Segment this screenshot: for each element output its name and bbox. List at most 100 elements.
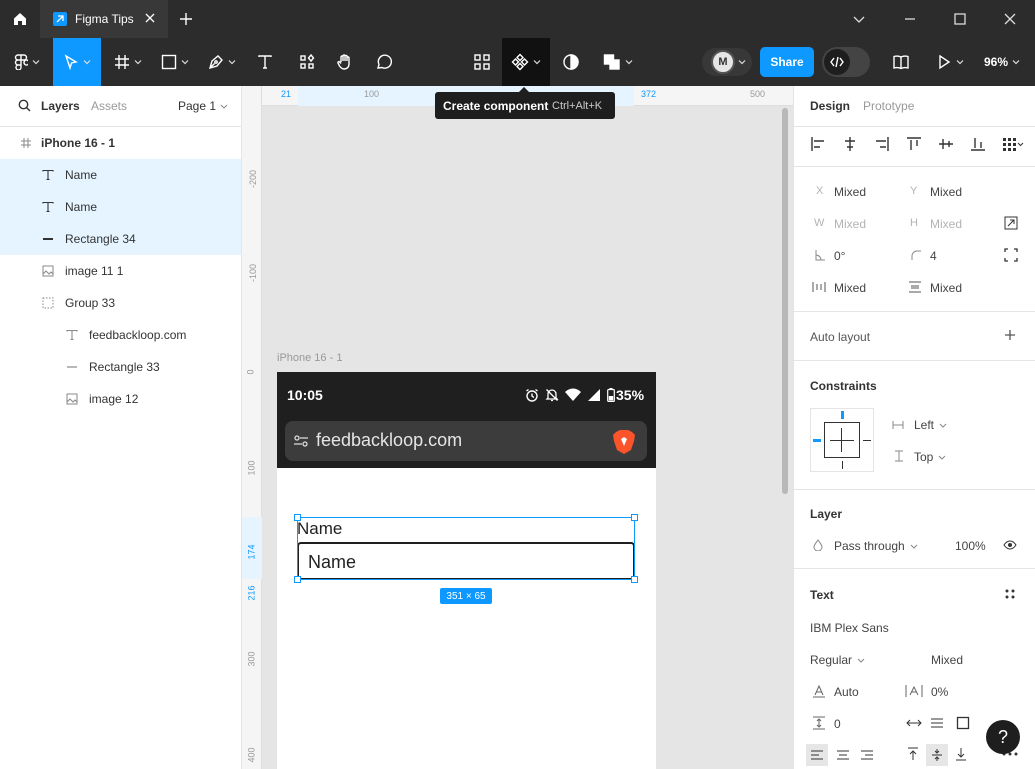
horizontal-spacing-icon [812, 282, 826, 292]
opacity-input[interactable]: 100% [955, 539, 986, 553]
corner-radius-input[interactable]: 4 [930, 249, 937, 263]
align-top-icon[interactable] [906, 136, 922, 152]
resources-button[interactable] [292, 38, 322, 86]
site-settings-icon [294, 435, 308, 447]
align-text-middle-button[interactable] [926, 744, 948, 766]
align-right-icon[interactable] [874, 136, 890, 152]
letter-spacing-input[interactable]: 0% [931, 685, 948, 699]
independent-corners-icon[interactable] [1004, 248, 1018, 262]
align-vertical-center-icon[interactable] [938, 136, 954, 152]
frame-label[interactable]: iPhone 16 - 1 [277, 352, 342, 364]
constraints-widget[interactable] [810, 408, 874, 472]
align-left-icon[interactable] [810, 136, 826, 152]
multiplayer-avatar[interactable]: M [702, 48, 752, 76]
align-bottom-icon[interactable] [970, 136, 986, 152]
pen-tool-button[interactable] [202, 38, 242, 86]
search-layers-button[interactable] [18, 99, 31, 112]
resize-handle[interactable] [294, 576, 301, 583]
page-selector[interactable]: Page 1 [178, 99, 229, 113]
shape-tool-button[interactable] [155, 38, 195, 86]
resize-handle[interactable] [631, 576, 638, 583]
boolean-groups-button[interactable] [598, 38, 638, 86]
share-button[interactable]: Share [760, 47, 814, 77]
layer-item[interactable]: Rectangle 34 [0, 223, 241, 255]
tab-figma-tips[interactable]: Figma Tips [40, 0, 168, 38]
line-height-input[interactable]: Auto [834, 685, 859, 699]
spacing-input-a[interactable]: Mixed [834, 281, 866, 295]
h-label: H [910, 217, 918, 229]
text-align-right-icon[interactable] [860, 749, 874, 761]
y-input[interactable]: Mixed [930, 185, 962, 199]
tab-assets[interactable]: Assets [91, 99, 127, 113]
horizontal-constraint-select[interactable]: Left [914, 418, 948, 432]
move-tool-button[interactable] [53, 38, 101, 86]
close-window-button[interactable] [1003, 12, 1017, 26]
tab-prototype[interactable]: Prototype [863, 99, 914, 113]
rotation-input[interactable]: 0° [834, 249, 845, 263]
layer-item[interactable]: Rectangle 33 [0, 351, 241, 383]
text-tool-button[interactable] [250, 38, 280, 86]
layer-item[interactable]: image 12 [0, 383, 241, 415]
layer-name: image 11 1 [65, 264, 124, 278]
spacing-input-b[interactable]: Mixed [930, 281, 962, 295]
font-weight-select[interactable]: Regular [810, 653, 866, 667]
help-button[interactable]: ? [986, 720, 1020, 754]
hand-tool-button[interactable] [330, 38, 360, 86]
align-horizontal-center-icon[interactable] [842, 136, 858, 152]
mask-button[interactable] [556, 38, 586, 86]
blend-mode-select[interactable]: Pass through [834, 539, 919, 553]
constraint-top-handle[interactable] [841, 411, 844, 419]
zoom-menu-button[interactable]: 96% [976, 38, 1028, 86]
auto-width-icon[interactable] [906, 717, 922, 729]
create-component-button[interactable] [502, 38, 550, 86]
distribute-grid-icon[interactable] [1002, 136, 1024, 152]
library-button[interactable] [886, 38, 916, 86]
fixed-size-icon[interactable] [956, 716, 970, 730]
frame-tool-button[interactable] [108, 38, 148, 86]
align-text-bottom-icon[interactable] [955, 747, 967, 761]
layer-item[interactable]: Name [0, 159, 241, 191]
tabs-dropdown-button[interactable] [852, 12, 866, 26]
vertical-constraint-select[interactable]: Top [914, 450, 947, 464]
layer-item[interactable]: feedbackloop.com [0, 319, 241, 351]
auto-height-icon[interactable] [930, 717, 944, 729]
text-align-center-icon[interactable] [836, 749, 850, 761]
new-tab-button[interactable] [178, 11, 194, 27]
h-input[interactable]: Mixed [930, 217, 962, 231]
constraint-bottom-handle[interactable] [842, 461, 843, 469]
comment-tool-button[interactable] [369, 38, 399, 86]
home-button[interactable] [0, 0, 40, 38]
x-input[interactable]: Mixed [834, 185, 866, 199]
paragraph-spacing-input[interactable]: 0 [834, 717, 841, 731]
w-input[interactable]: Mixed [834, 217, 866, 231]
w-label: W [814, 217, 825, 229]
canvas[interactable]: 21 100 372 500 -200 -100 0 100 174 216 3… [242, 86, 793, 769]
dev-mode-toggle[interactable] [822, 47, 870, 77]
maximize-button[interactable] [953, 12, 967, 26]
eye-icon[interactable] [1003, 540, 1017, 550]
align-text-top-icon[interactable] [907, 747, 919, 761]
present-button[interactable] [930, 38, 970, 86]
constraint-right-handle[interactable] [863, 440, 871, 441]
close-tab-icon[interactable] [144, 12, 156, 24]
font-size-input[interactable]: Mixed [931, 653, 963, 667]
tab-design[interactable]: Design [810, 99, 850, 113]
selection-box[interactable] [294, 514, 638, 583]
resize-handle[interactable] [294, 514, 301, 521]
layer-item[interactable]: Name [0, 191, 241, 223]
main-menu-button[interactable] [8, 38, 46, 86]
font-family-select[interactable]: IBM Plex Sans [810, 621, 889, 635]
align-text-left-button[interactable] [806, 744, 828, 766]
create-multiple-components-button[interactable] [466, 38, 498, 86]
canvas-scrollbar[interactable] [782, 108, 788, 494]
resize-handle[interactable] [631, 514, 638, 521]
constraint-left-handle[interactable] [813, 439, 821, 442]
layer-item[interactable]: iPhone 16 - 1 [0, 127, 241, 159]
resize-to-fit-icon[interactable] [1004, 216, 1018, 230]
tab-layers[interactable]: Layers [41, 99, 80, 113]
add-auto-layout-icon[interactable] [1004, 329, 1016, 341]
text-styles-icon[interactable] [1004, 588, 1016, 600]
layer-item[interactable]: image 11 1 [0, 255, 241, 287]
minimize-button[interactable] [903, 12, 917, 26]
layer-item[interactable]: Group 33 [0, 287, 241, 319]
